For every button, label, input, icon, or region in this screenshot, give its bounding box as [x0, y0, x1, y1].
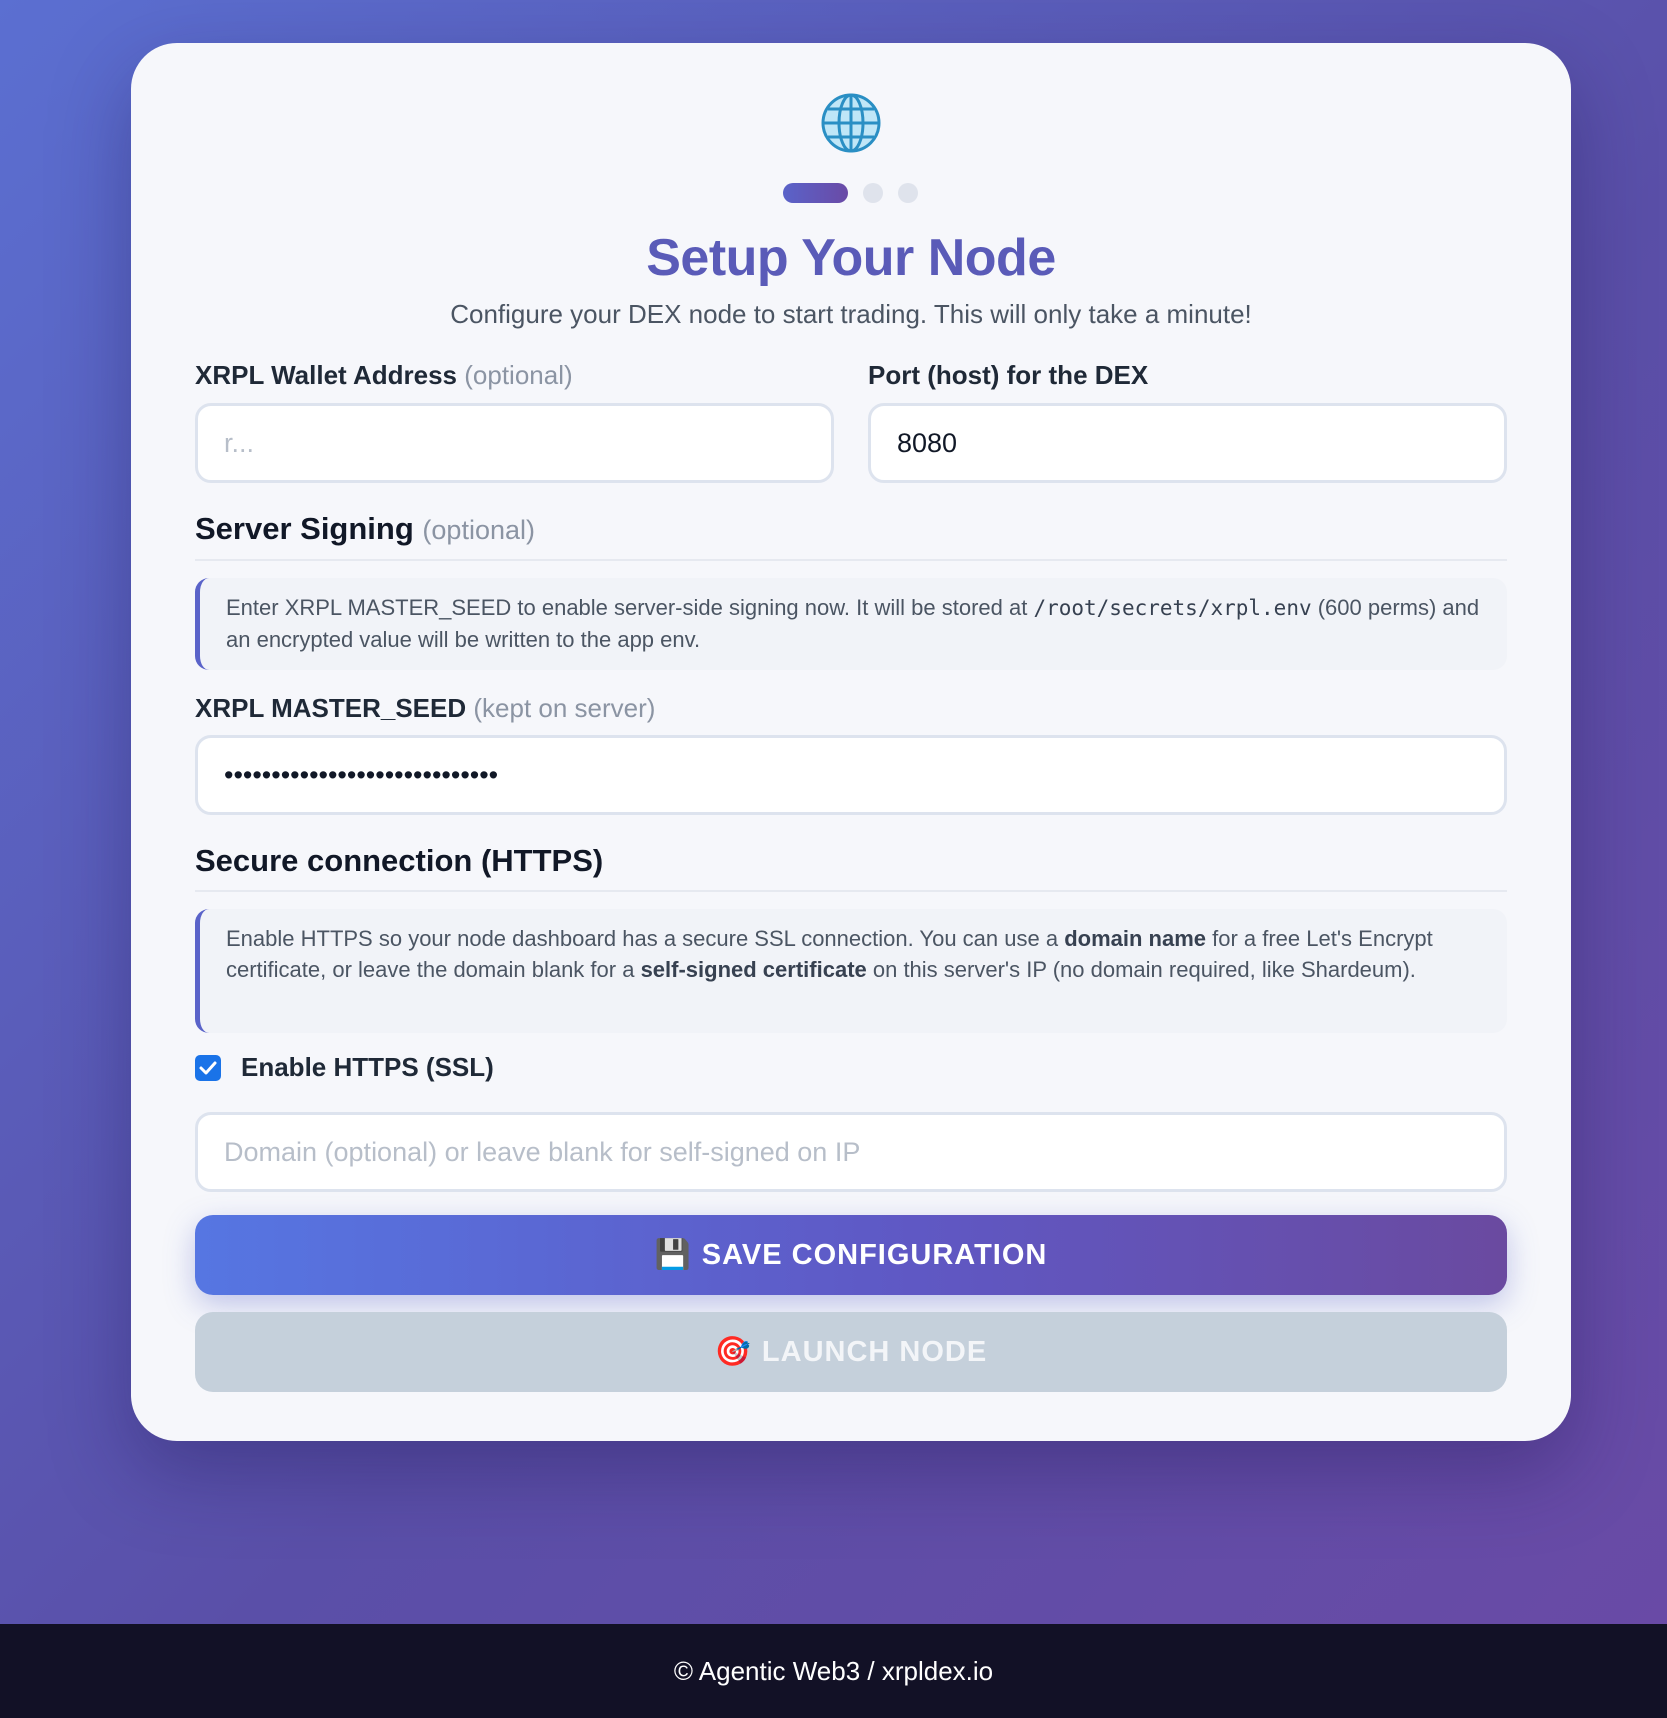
- port-input[interactable]: [868, 403, 1507, 483]
- https-notice: Enable HTTPS so your node dashboard has …: [195, 909, 1507, 1033]
- enable-https-checkbox[interactable]: [195, 1055, 221, 1081]
- step-dot: [898, 183, 918, 203]
- step-dot: [863, 183, 883, 203]
- page-subtitle: Configure your DEX node to start trading…: [450, 299, 1252, 329]
- wallet-label: XRPL Wallet Address (optional): [195, 360, 573, 390]
- save-button-label: SAVE CONFIGURATION: [701, 1239, 1048, 1271]
- section-divider: [195, 890, 1507, 892]
- floppy-disk-icon: 💾: [654, 1239, 692, 1271]
- step-indicator: [783, 183, 923, 203]
- launch-node-button[interactable]: 🎯 LAUNCH NODE: [195, 1312, 1507, 1392]
- save-configuration-button[interactable]: 💾 SAVE CONFIGURATION: [195, 1215, 1507, 1295]
- checkmark-icon: [199, 1061, 217, 1075]
- domain-input[interactable]: [195, 1112, 1507, 1192]
- signing-notice: Enter XRPL MASTER_SEED to enable server-…: [195, 578, 1507, 670]
- section-divider: [195, 559, 1507, 561]
- enable-https-label[interactable]: Enable HTTPS (SSL): [241, 1052, 494, 1083]
- wallet-address-input[interactable]: [195, 403, 834, 483]
- master-seed-input[interactable]: [195, 735, 1507, 815]
- globe-icon: [821, 93, 881, 153]
- page-title: Setup Your Node: [646, 229, 1056, 287]
- https-heading: Secure connection (HTTPS): [195, 843, 604, 878]
- target-icon: 🎯: [714, 1336, 752, 1368]
- setup-card: Setup Your Node Configure your DEX node …: [131, 43, 1571, 1441]
- seed-label: XRPL MASTER_SEED (kept on server): [195, 693, 656, 723]
- step-dot-active: [783, 183, 848, 203]
- footer: © Agentic Web3 / xrpldex.io: [0, 1624, 1667, 1718]
- server-signing-heading: Server Signing (optional): [195, 511, 535, 546]
- launch-button-label: LAUNCH NODE: [761, 1336, 988, 1368]
- port-label: Port (host) for the DEX: [868, 360, 1149, 390]
